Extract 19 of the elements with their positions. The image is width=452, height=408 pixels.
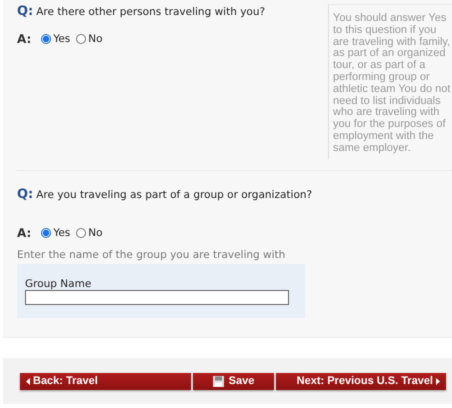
back-button[interactable]: Back: Travel	[20, 372, 191, 390]
right-triangle-icon	[436, 378, 440, 384]
answer-label: A:	[17, 32, 32, 46]
question-text: Are there other persons traveling with you?	[36, 6, 266, 18]
question-label: Q:	[17, 187, 34, 202]
radio-option[interactable]: Yes	[41, 33, 70, 45]
answer-label: A:	[17, 226, 32, 240]
question-label: Q:	[17, 4, 34, 19]
instruction-text: Enter the name of the group you are traveling with	[17, 249, 286, 261]
radio-option[interactable]: No	[76, 33, 103, 45]
input-field[interactable]	[25, 290, 289, 305]
next-button[interactable]: Next: Previous U.S. Travel	[276, 372, 446, 390]
left-triangle-icon	[26, 378, 30, 384]
save-button[interactable]: Save	[193, 372, 274, 390]
question-text: Are you traveling as part of a group or organization?	[36, 189, 312, 201]
help-text: You should answer Yes to this question if you are traveling with family, as part of an organized tour, or as part of a performing group or athletic team You do not need to list individuals who are traveling with you for the purposes of employment with the same employer.	[328, 4, 452, 159]
radio-option[interactable]: No	[76, 227, 103, 239]
field-label: Group Name	[25, 278, 92, 290]
radio-option[interactable]: Yes	[41, 227, 70, 239]
